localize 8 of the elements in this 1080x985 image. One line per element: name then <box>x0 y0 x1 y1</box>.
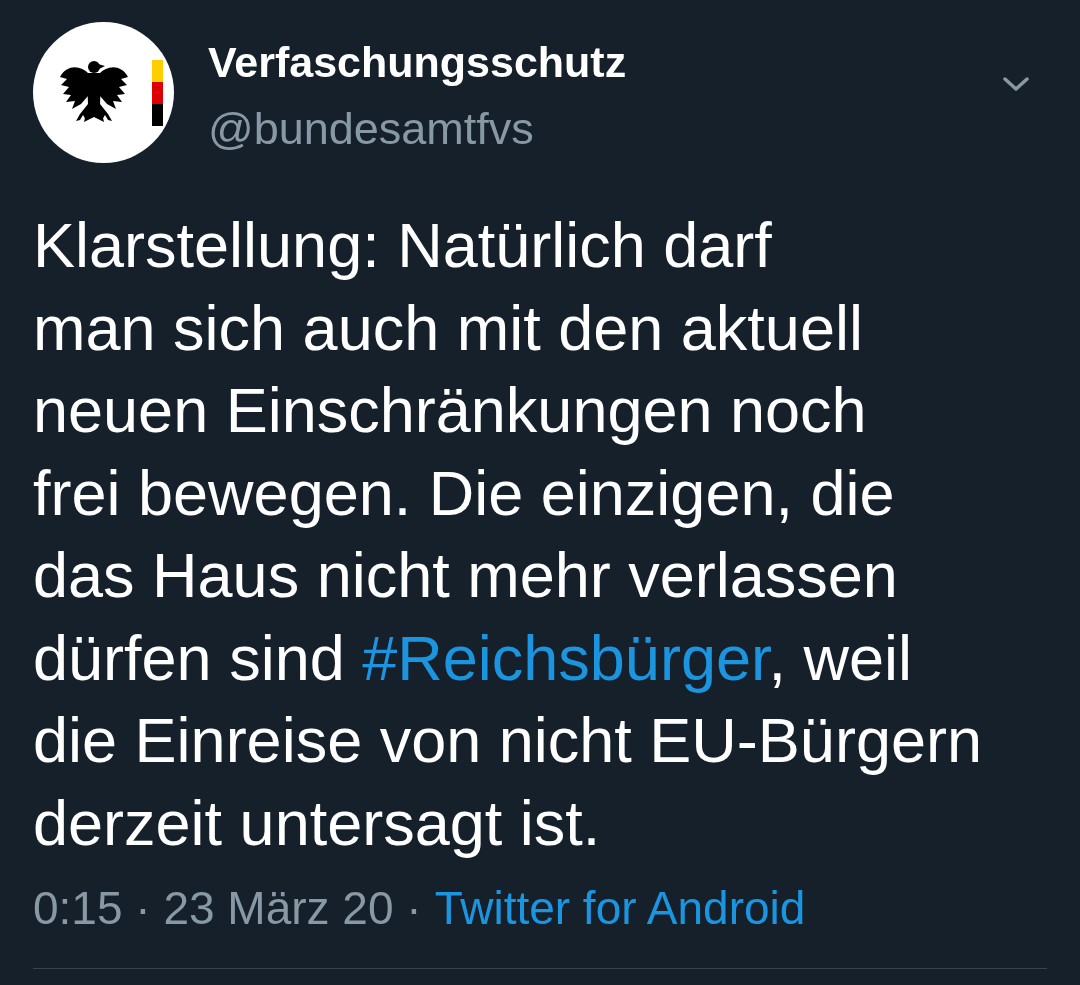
flag-stripe-icon <box>152 59 163 126</box>
author-name: Verfaschungsschutz <box>208 38 627 86</box>
tweet-text: Klarstellung: Natürlich darf man sich auch mit den aktuell neuen Einschränkungen noch frei bewegen. Die einzigen, die das Haus nicht mehr verlassen dürfen sind #Reichsbürger, weil die Einreise von nicht EU-Bürgern derzeit untersagt ist. <box>33 209 983 860</box>
chevron-down-icon[interactable] <box>1003 77 1029 92</box>
tweet-timestamp: 0:15 · 23 März 20 · <box>33 881 422 935</box>
source-link[interactable]: Twitter for Android <box>434 881 806 935</box>
author-handle: @bundesamtfvs <box>208 104 535 154</box>
hashtag-link[interactable]: #Reichsbürger <box>362 622 769 693</box>
